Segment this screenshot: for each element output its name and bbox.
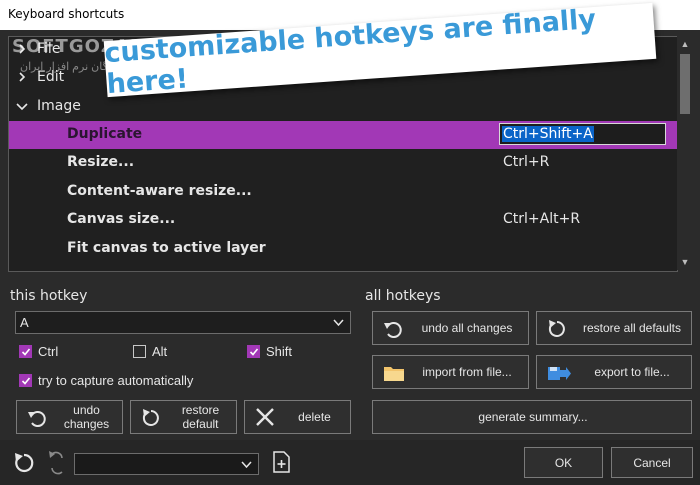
delete-button[interactable]: delete: [244, 400, 351, 434]
generate-summary-button[interactable]: generate summary...: [372, 400, 692, 434]
shortcut-value: Ctrl+R: [503, 154, 550, 170]
command-label: Content-aware resize...: [67, 183, 252, 199]
chevron-right-icon: [15, 72, 29, 82]
undo-icon: [383, 320, 403, 341]
this-hotkey-heading: this hotkey: [10, 288, 88, 304]
all-hotkeys-heading: all hotkeys: [365, 288, 441, 304]
delete-x-icon: [255, 407, 275, 430]
command-row-fit-canvas[interactable]: Fit canvas to active layer: [9, 235, 677, 263]
key-select[interactable]: A: [15, 311, 351, 334]
restore-all-defaults-button[interactable]: restore all defaults: [536, 311, 692, 345]
ok-label: OK: [554, 456, 573, 470]
refresh-icon[interactable]: [12, 451, 36, 480]
close-button[interactable]: [652, 0, 698, 30]
command-row-canvas-size[interactable]: Canvas size... Ctrl+Alt+R: [9, 206, 677, 234]
ok-button[interactable]: OK: [524, 447, 603, 478]
command-label: Fit canvas to active layer: [67, 240, 266, 256]
delete-label: delete: [298, 410, 331, 424]
ctrl-label: Ctrl: [38, 344, 59, 359]
chevron-down-icon: [333, 316, 344, 331]
export-to-file-button[interactable]: export to file...: [536, 355, 692, 389]
scroll-thumb[interactable]: [680, 54, 690, 114]
alt-label: Alt: [152, 344, 168, 359]
preset-select[interactable]: [74, 453, 259, 475]
checkbox-unchecked-icon: [133, 345, 146, 358]
ctrl-checkbox[interactable]: Ctrl: [19, 344, 58, 359]
import-from-file-button[interactable]: import from file...: [372, 355, 529, 389]
restore-icon: [141, 408, 161, 431]
new-document-icon[interactable]: [272, 451, 290, 478]
tree-scrollbar[interactable]: ▲ ▼: [677, 36, 693, 270]
undo-changes-button[interactable]: undo changes: [16, 400, 123, 434]
restore-default-button[interactable]: restore default: [130, 400, 237, 434]
import-from-file-label: import from file...: [422, 365, 512, 379]
category-label: Image: [37, 98, 81, 114]
export-icon: [547, 365, 571, 385]
command-label: Resize...: [67, 154, 135, 170]
undo-icon: [27, 409, 47, 430]
cancel-button[interactable]: Cancel: [611, 447, 693, 478]
checkbox-checked-icon: [19, 374, 32, 387]
shortcut-value: Ctrl+Shift+A: [502, 126, 594, 142]
checkbox-checked-icon: [19, 345, 32, 358]
scroll-up-arrow-icon[interactable]: ▲: [677, 36, 693, 52]
capture-label: try to capture automatically: [38, 373, 194, 388]
checkbox-checked-icon: [247, 345, 260, 358]
command-label: Duplicate: [67, 126, 143, 142]
shortcut-edit-field[interactable]: Ctrl+Shift+A: [499, 123, 666, 145]
restore-icon: [547, 319, 567, 342]
chevron-down-icon: [15, 101, 29, 111]
alt-checkbox[interactable]: Alt: [133, 344, 167, 359]
command-label: Canvas size...: [67, 211, 176, 227]
generate-summary-label: generate summary...: [478, 410, 588, 424]
command-row-resize[interactable]: Resize... Ctrl+R: [9, 149, 677, 177]
undo-changes-label: undo changes: [63, 403, 110, 431]
capture-automatically-checkbox[interactable]: try to capture automatically: [19, 373, 193, 388]
undo-all-changes-button[interactable]: undo all changes: [372, 311, 529, 345]
shortcut-value: Ctrl+Alt+R: [503, 211, 581, 227]
redo-icon[interactable]: [46, 448, 66, 483]
undo-all-changes-label: undo all changes: [421, 321, 513, 335]
shift-label: Shift: [266, 344, 293, 359]
cancel-label: Cancel: [633, 456, 671, 470]
dialog-footer: OK Cancel: [0, 440, 700, 485]
folder-icon: [383, 365, 405, 385]
chevron-down-icon: [241, 458, 252, 473]
window-title: Keyboard shortcuts: [8, 7, 125, 21]
shift-checkbox[interactable]: Shift: [247, 344, 292, 359]
command-row-content-aware-resize[interactable]: Content-aware resize...: [9, 178, 677, 206]
export-to-file-label: export to file...: [594, 365, 670, 379]
scroll-down-arrow-icon[interactable]: ▼: [677, 254, 693, 270]
restore-all-defaults-label: restore all defaults: [582, 321, 682, 335]
key-select-value: A: [20, 315, 29, 330]
command-row-duplicate[interactable]: Duplicate Ctrl+Shift+A: [9, 121, 677, 149]
restore-default-label: restore default: [181, 403, 220, 431]
category-image[interactable]: Image: [15, 94, 81, 118]
